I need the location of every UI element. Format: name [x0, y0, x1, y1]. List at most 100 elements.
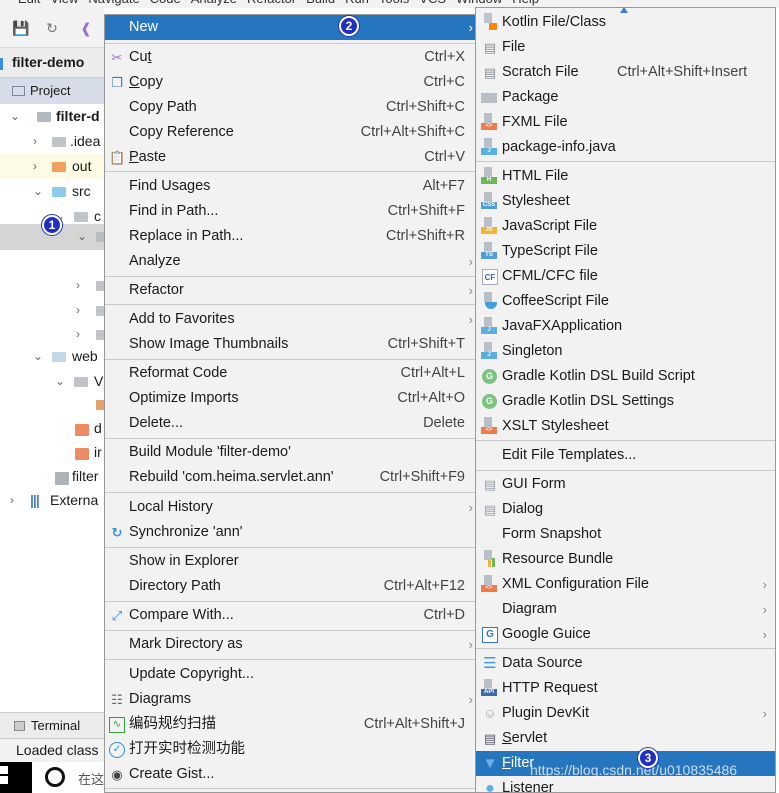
submenu-item-package[interactable]: Package — [476, 85, 775, 110]
submenu-item-fxml-file[interactable]: <> FXML File — [476, 110, 775, 135]
windows-start-icon[interactable] — [0, 762, 32, 793]
menubar-item-tools[interactable]: Tools — [379, 0, 409, 6]
submenu-item-plugin-devkit[interactable]: ⎉ Plugin DevKit › — [476, 701, 775, 726]
submenu-item-singleton[interactable]: J Singleton — [476, 339, 775, 364]
sync-icon[interactable]: ↻ — [44, 20, 60, 36]
chevron-right-icon[interactable]: › — [33, 129, 37, 154]
scroll-up-icon[interactable] — [620, 7, 628, 13]
submenu-item-stylesheet[interactable]: CSS Stylesheet — [476, 189, 775, 214]
submenu-item-dialog[interactable]: ▤ Dialog — [476, 497, 775, 522]
menubar-item-edit[interactable]: Edit — [18, 0, 40, 6]
submenu-item-javafx-application[interactable]: J JavaFXApplication — [476, 314, 775, 339]
menu-item-optimize-imports[interactable]: Optimize Imports Ctrl+Alt+O — [105, 386, 475, 411]
menubar-item-navigate[interactable]: Navigate — [88, 0, 139, 6]
menu-item-find-usages[interactable]: Find Usages Alt+F7 — [105, 174, 475, 199]
tree-item[interactable] — [0, 392, 104, 417]
submenu-item-servlet[interactable]: ▤ Servlet — [476, 726, 775, 751]
submenu-item-file[interactable]: ▤ File — [476, 35, 775, 60]
menubar-item-refactor[interactable]: Refactor — [247, 0, 296, 6]
terminal-tab[interactable]: Terminal — [0, 712, 104, 738]
tree-item[interactable]: filter — [0, 464, 104, 489]
menubar-item-vcs[interactable]: VCS — [419, 0, 446, 6]
menu-item-local-history[interactable]: Local History › — [105, 495, 475, 520]
tree-item[interactable]: ⌄ V — [0, 369, 104, 394]
submenu-item-coffeescript-file[interactable]: CoffeeScript File — [476, 289, 775, 314]
menu-item-new[interactable]: New › — [105, 15, 475, 40]
submenu-item-resource-bundle[interactable]: Resource Bundle — [476, 547, 775, 572]
tree-item[interactable]: ⌄ filter-d — [0, 104, 104, 129]
chevron-down-icon[interactable]: ⌄ — [10, 104, 20, 129]
menubar-item-help[interactable]: Help — [512, 0, 539, 6]
tree-item[interactable]: ir — [0, 440, 104, 465]
submenu-item-scratch-file[interactable]: ▤ Scratch File Ctrl+Alt+Shift+Insert — [476, 60, 775, 85]
chevron-right-icon[interactable]: › — [10, 488, 14, 513]
submenu-item-http-request[interactable]: API HTTP Request — [476, 676, 775, 701]
menu-item-copy-path[interactable]: Copy Path Ctrl+Shift+C — [105, 95, 475, 120]
tree-item[interactable]: › — [0, 298, 104, 323]
tree-item[interactable]: d — [0, 416, 104, 441]
submenu-item-google-guice[interactable]: G Google Guice › — [476, 622, 775, 647]
menubar-item-window[interactable]: Window — [456, 0, 502, 6]
submenu-item-typescript-file[interactable]: TS TypeScript File — [476, 239, 775, 264]
menu-item-replace-in-path[interactable]: Replace in Path... Ctrl+Shift+R — [105, 224, 475, 249]
submenu-item-form-snapshot[interactable]: Form Snapshot — [476, 522, 775, 547]
menu-item-directory-path[interactable]: Directory Path Ctrl+Alt+F12 — [105, 574, 475, 599]
menu-item-paste[interactable]: 📋 Paste Ctrl+V — [105, 145, 475, 170]
menu-item-copy[interactable]: ❐ Copy Ctrl+C — [105, 70, 475, 95]
menu-item-code-scan[interactable]: ∿ 编码规约扫描 Ctrl+Alt+Shift+J — [105, 712, 475, 737]
menubar-item-code[interactable]: Code — [150, 0, 181, 6]
submenu-item-data-source[interactable]: ☰ Data Source — [476, 651, 775, 676]
menu-item-copy-reference[interactable]: Copy Reference Ctrl+Alt+Shift+C — [105, 120, 475, 145]
submenu-item-gradle-build-script[interactable]: G Gradle Kotlin DSL Build Script — [476, 364, 775, 389]
tree-item[interactable]: › .idea — [0, 129, 104, 154]
menubar-item-run[interactable]: Run — [345, 0, 369, 6]
menu-item-realtime-check[interactable]: ✓ 打开实时检测功能 — [105, 737, 475, 762]
submenu-item-gradle-settings[interactable]: G Gradle Kotlin DSL Settings — [476, 389, 775, 414]
submenu-item-listener[interactable]: ● Listener — [476, 776, 775, 793]
breadcrumb[interactable]: filter-demo — [0, 48, 104, 78]
submenu-item-html-file[interactable]: H HTML File — [476, 164, 775, 189]
menu-item-analyze[interactable]: Analyze › — [105, 249, 475, 274]
menubar-item-view[interactable]: View — [50, 0, 78, 6]
menu-item-compare-with[interactable]: ⤢ Compare With... Ctrl+D — [105, 603, 475, 628]
submenu-item-edit-file-templates[interactable]: Edit File Templates... — [476, 443, 775, 468]
submenu-item-xml-configuration-file[interactable]: <> XML Configuration File › — [476, 572, 775, 597]
menu-item-cut[interactable]: ✂ Cut Ctrl+X — [105, 45, 475, 70]
submenu-item-gui-form[interactable]: ▤ GUI Form — [476, 472, 775, 497]
chevron-down-icon[interactable]: ⌄ — [55, 369, 65, 394]
tree-item[interactable]: ⌄ web — [0, 344, 104, 369]
save-icon[interactable]: 💾 — [12, 20, 29, 36]
submenu-item-diagram[interactable]: Diagram › — [476, 597, 775, 622]
menu-item-find-in-path[interactable]: Find in Path... Ctrl+Shift+F — [105, 199, 475, 224]
menubar-item-analyze[interactable]: Analyze — [191, 0, 237, 6]
submenu-item-kotlin-file[interactable]: Kotlin File/Class — [476, 10, 775, 35]
cortana-icon[interactable] — [45, 767, 65, 787]
menu-item-refactor[interactable]: Refactor › — [105, 278, 475, 303]
menu-item-synchronize[interactable]: ↻ Synchronize 'ann' — [105, 520, 475, 545]
chevron-down-icon[interactable]: ⌄ — [33, 344, 43, 369]
submenu-item-xslt-stylesheet[interactable]: <> XSLT Stylesheet — [476, 414, 775, 439]
taskbar-search[interactable]: 在这 — [78, 769, 104, 788]
back-icon[interactable]: ❰ — [78, 20, 94, 36]
chevron-right-icon[interactable]: › — [33, 154, 37, 179]
tree-item[interactable]: › out — [0, 154, 104, 179]
project-tool-tab[interactable]: Project — [0, 78, 104, 104]
submenu-item-cfml-file[interactable]: CF CFML/CFC file — [476, 264, 775, 289]
menu-item-create-gist[interactable]: ◉ Create Gist... — [105, 762, 475, 787]
menu-item-update-copyright[interactable]: Update Copyright... — [105, 662, 475, 687]
menu-item-mark-directory-as[interactable]: Mark Directory as › — [105, 632, 475, 657]
menu-item-build-module[interactable]: Build Module 'filter-demo' — [105, 440, 475, 465]
submenu-item-package-info[interactable]: J package-info.java — [476, 135, 775, 160]
chevron-down-icon[interactable]: ⌄ — [33, 179, 43, 204]
chevron-down-icon[interactable]: ⌄ — [77, 224, 87, 249]
menu-item-add-to-favorites[interactable]: Add to Favorites › — [105, 307, 475, 332]
menu-item-show-image-thumbnails[interactable]: Show Image Thumbnails Ctrl+Shift+T — [105, 332, 475, 357]
tree-item[interactable]: › ||| Externa — [0, 488, 104, 513]
chevron-right-icon[interactable]: › — [76, 298, 80, 323]
menu-item-show-in-explorer[interactable]: Show in Explorer — [105, 549, 475, 574]
menu-item-diagrams[interactable]: ☷ Diagrams › — [105, 687, 475, 712]
chevron-right-icon[interactable]: › — [76, 273, 80, 298]
menu-item-delete[interactable]: Delete... Delete — [105, 411, 475, 436]
submenu-item-javascript-file[interactable]: JS JavaScript File — [476, 214, 775, 239]
menu-item-rebuild[interactable]: Rebuild 'com.heima.servlet.ann' Ctrl+Shi… — [105, 465, 475, 490]
